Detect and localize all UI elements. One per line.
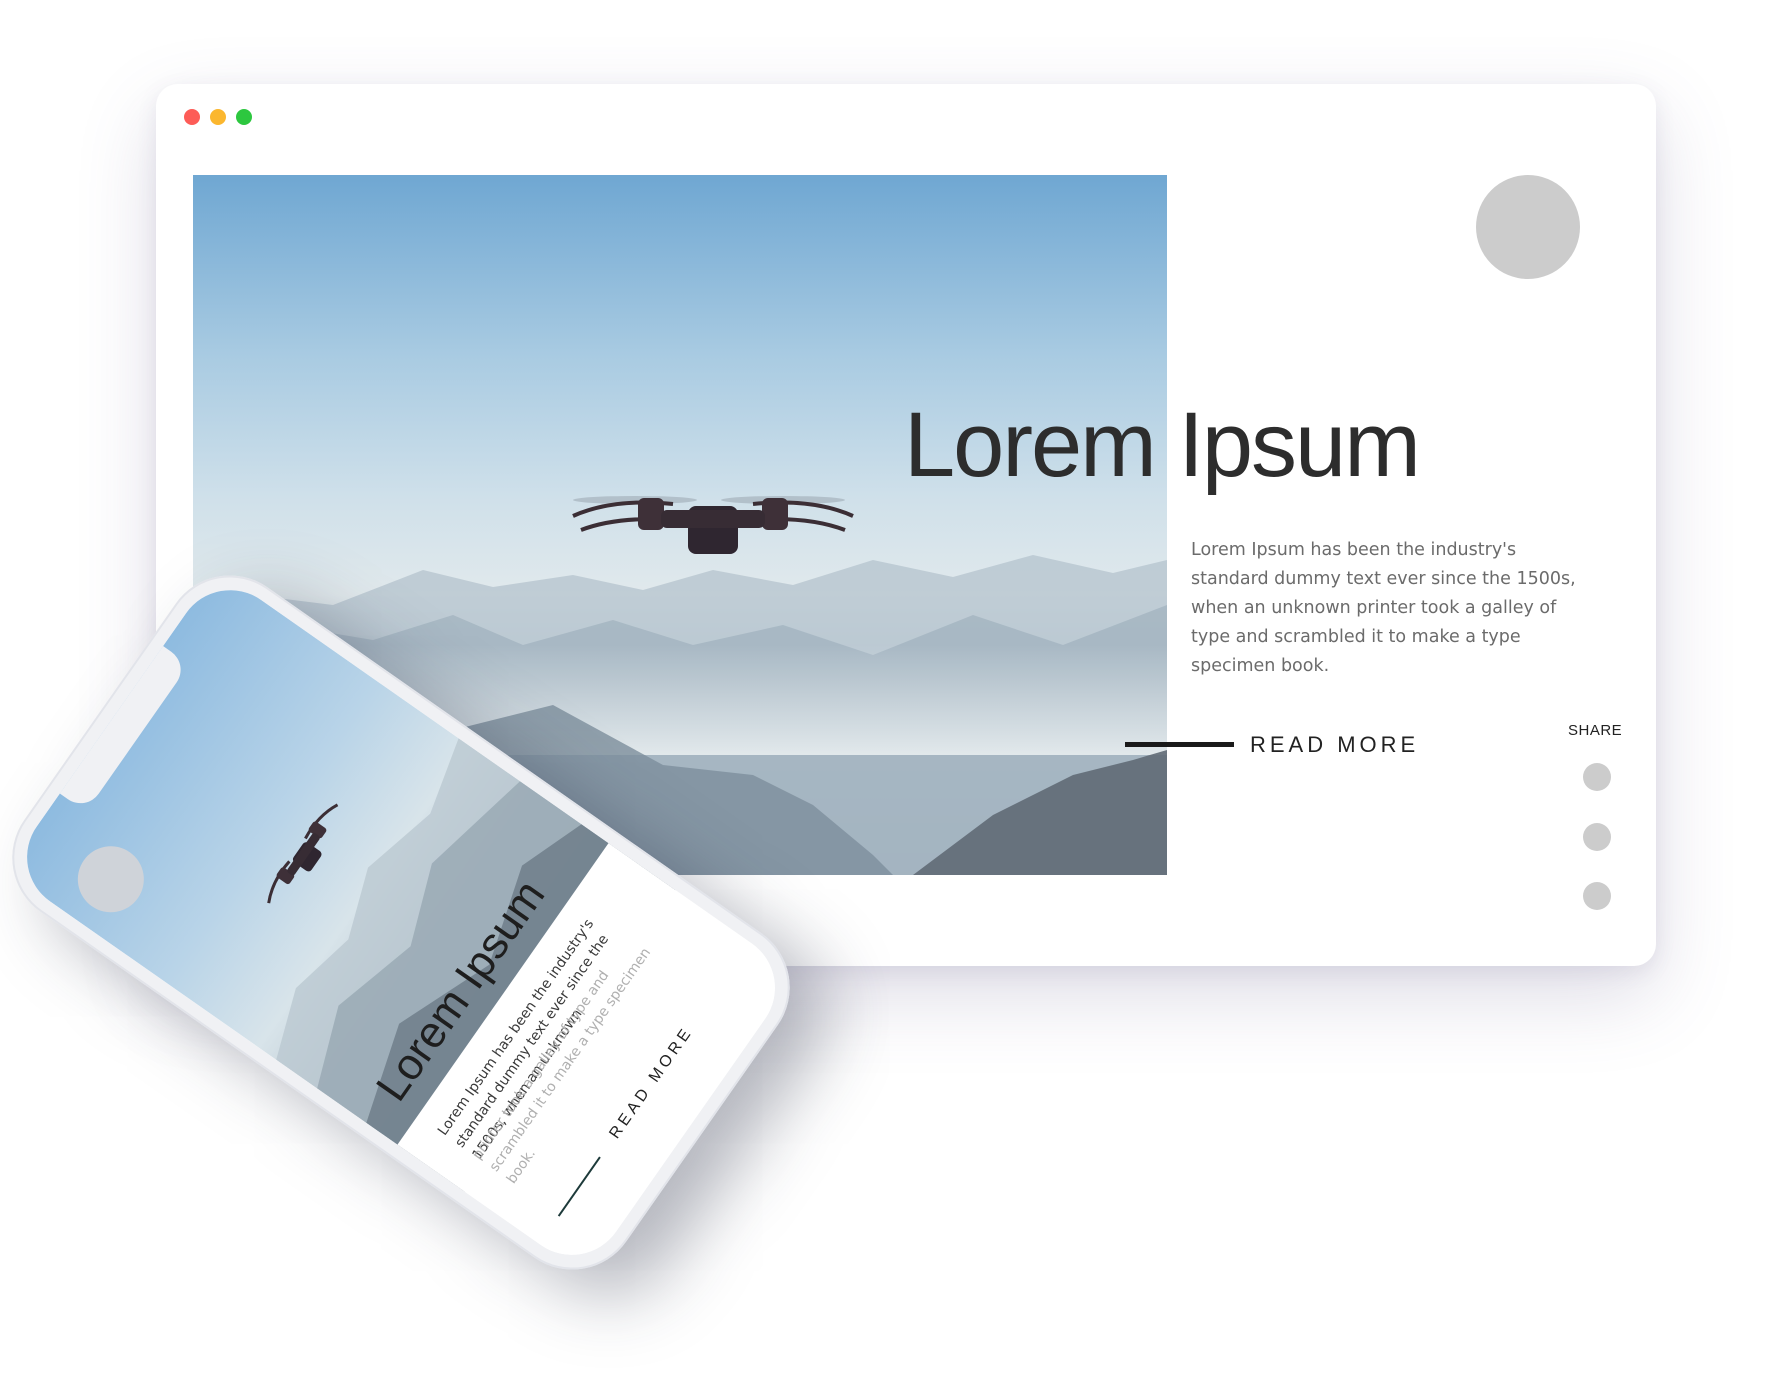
share-icon[interactable] (1583, 763, 1611, 791)
maximize-window-button[interactable] (236, 109, 252, 125)
page-title: Lorem Ipsum (904, 394, 1421, 496)
page-description: Lorem Ipsum has been the industry's stan… (1191, 540, 1576, 676)
avatar-placeholder (1476, 175, 1580, 279)
drone-icon (572, 496, 854, 554)
window-controls (184, 109, 252, 125)
read-more-link[interactable]: READ MORE (1250, 732, 1419, 758)
read-more-divider (1125, 742, 1234, 747)
close-window-button[interactable] (184, 109, 200, 125)
share-icon[interactable] (1583, 823, 1611, 851)
share-label: SHARE (1568, 722, 1623, 739)
drone-icon (267, 803, 339, 904)
share-icon[interactable] (1583, 882, 1611, 910)
minimize-window-button[interactable] (210, 109, 226, 125)
